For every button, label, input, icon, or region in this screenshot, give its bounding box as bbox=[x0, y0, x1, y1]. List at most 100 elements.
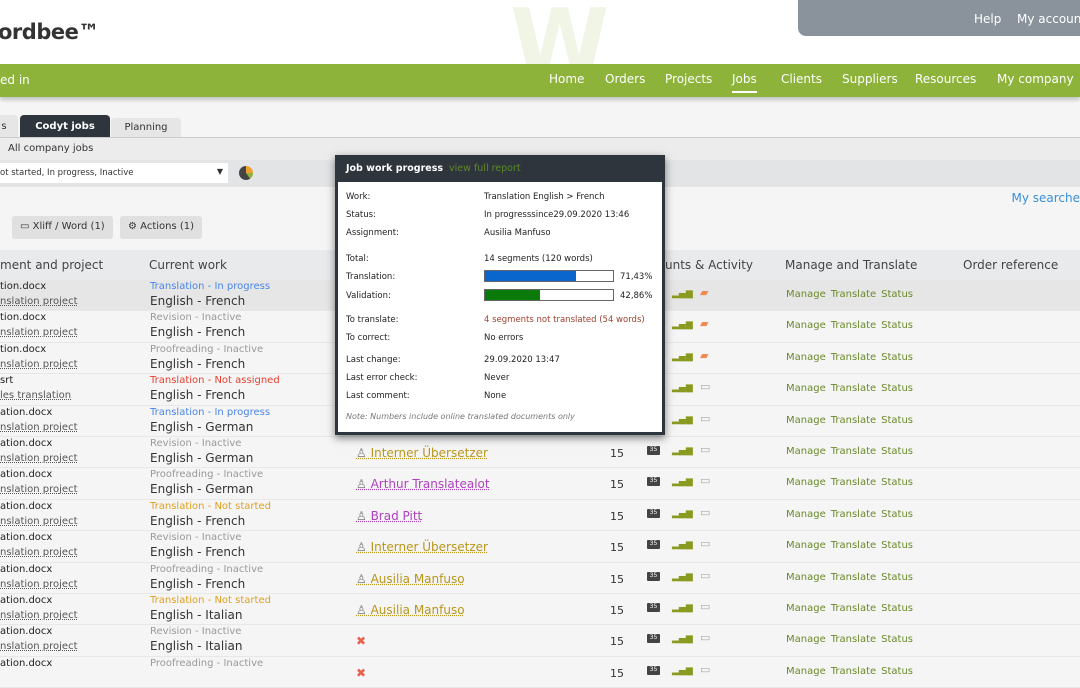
manage-link[interactable]: Manage bbox=[786, 603, 826, 614]
translate-link[interactable]: Translate bbox=[831, 415, 876, 426]
manage-link[interactable]: Manage bbox=[786, 666, 826, 677]
translate-link[interactable]: Translate bbox=[831, 603, 876, 614]
manage-link[interactable]: Manage bbox=[786, 477, 826, 488]
bar-chart-icon[interactable]: ▂▄▆ bbox=[672, 383, 693, 393]
translate-link[interactable]: Translate bbox=[831, 540, 876, 551]
manage-link[interactable]: Manage bbox=[786, 540, 826, 551]
document-name[interactable]: srt bbox=[0, 375, 13, 386]
bar-chart-icon[interactable]: ▂▄▆ bbox=[672, 477, 693, 487]
manage-link[interactable]: Manage bbox=[786, 572, 826, 583]
document-name[interactable]: ation.docx bbox=[0, 626, 52, 637]
assignee-link[interactable]: ♙ Arthur Translatealot bbox=[356, 477, 490, 491]
comment-icon[interactable]: ▭ bbox=[700, 569, 710, 582]
project-link[interactable]: nslation project bbox=[0, 610, 78, 621]
bar-chart-icon[interactable]: ▂▄▆ bbox=[672, 603, 693, 613]
bar-chart-icon[interactable]: ▂▄▆ bbox=[672, 572, 693, 582]
document-name[interactable]: ation.docx bbox=[0, 438, 52, 449]
document-name[interactable]: tion.docx bbox=[0, 344, 46, 355]
stats-35-icon[interactable]: 35 bbox=[647, 603, 660, 612]
bar-chart-icon[interactable]: ▂▄▆ bbox=[672, 446, 693, 456]
bar-chart-icon[interactable]: ▂▄▆ bbox=[672, 509, 693, 519]
bar-chart-icon[interactable]: ▂▄▆ bbox=[672, 415, 693, 425]
status-link[interactable]: Status bbox=[881, 634, 913, 645]
view-full-report-link[interactable]: view full report bbox=[449, 163, 521, 174]
status-link[interactable]: Status bbox=[881, 383, 913, 394]
assignee-link[interactable]: ♙ Ausilia Manfuso bbox=[356, 603, 465, 617]
stats-35-icon[interactable]: 35 bbox=[647, 446, 660, 455]
col-order-reference[interactable]: Order reference bbox=[963, 258, 1058, 272]
assignee-link[interactable]: ♙ Ausilia Manfuso bbox=[356, 572, 465, 586]
nav-clients[interactable]: Clients bbox=[781, 72, 822, 86]
translate-link[interactable]: Translate bbox=[831, 477, 876, 488]
stats-35-icon[interactable]: 35 bbox=[647, 571, 660, 581]
nav-home[interactable]: Home bbox=[549, 72, 584, 86]
pie-chart-icon[interactable] bbox=[239, 166, 253, 180]
project-link[interactable]: nslation project bbox=[0, 296, 78, 307]
status-link[interactable]: Status bbox=[881, 540, 913, 551]
project-link[interactable]: nslation project bbox=[0, 516, 78, 527]
comment-icon[interactable]: ▭ bbox=[700, 537, 710, 550]
document-name[interactable]: tion.docx bbox=[0, 281, 46, 292]
table-row[interactable]: ation.docx Proofreading - Inactive ✖ 15 35… bbox=[0, 656, 1080, 688]
assignee-link[interactable]: ♙ Interner Übersetzer bbox=[356, 446, 488, 460]
tab-codyt-jobs[interactable]: Codyt jobs bbox=[20, 115, 110, 138]
project-link[interactable]: nslation project bbox=[0, 484, 78, 495]
assignee-link[interactable]: ♙ Brad Pitt bbox=[356, 509, 422, 523]
status-link[interactable]: Status bbox=[881, 415, 913, 426]
project-link[interactable]: nslation project bbox=[0, 641, 78, 652]
manage-link[interactable]: Manage bbox=[786, 289, 826, 300]
bar-chart-icon[interactable]: ▂▄▆ bbox=[672, 540, 693, 550]
comment-icon[interactable]: ▭ bbox=[700, 506, 710, 519]
comment-icon[interactable]: ▭ bbox=[700, 600, 710, 613]
manage-link[interactable]: Manage bbox=[786, 415, 826, 426]
document-name[interactable]: ation.docx bbox=[0, 532, 52, 543]
project-link[interactable]: nslation project bbox=[0, 359, 78, 370]
table-row[interactable]: ation.docx nslation project Revision - I… bbox=[0, 625, 1080, 657]
project-link[interactable]: nslation project bbox=[0, 579, 78, 590]
assignee-link[interactable]: ♙ Interner Übersetzer bbox=[356, 540, 488, 554]
comment-icon[interactable]: ▭ bbox=[700, 412, 710, 425]
project-link[interactable]: nslation project bbox=[0, 422, 78, 433]
bar-chart-icon[interactable]: ▂▄▆ bbox=[672, 666, 693, 676]
unassigned-x-icon[interactable]: ✖ bbox=[356, 666, 366, 680]
col-manage-translate[interactable]: Manage and Translate bbox=[785, 258, 917, 272]
my-searches-link[interactable]: My searche bbox=[1011, 191, 1080, 205]
document-name[interactable]: ation.docx bbox=[0, 501, 52, 512]
manage-link[interactable]: Manage bbox=[786, 383, 826, 394]
table-row[interactable]: ation.docx nslation project Translation … bbox=[0, 594, 1080, 626]
manage-link[interactable]: Manage bbox=[786, 446, 826, 457]
project-link[interactable]: nslation project bbox=[0, 327, 78, 338]
nav-suppliers[interactable]: Suppliers bbox=[842, 72, 898, 86]
comment-icon[interactable]: ▰ bbox=[700, 286, 708, 299]
comment-icon[interactable]: ▰ bbox=[700, 317, 708, 330]
col-document[interactable]: ment and project bbox=[0, 258, 103, 272]
table-row[interactable]: ation.docx nslation project Revision - I… bbox=[0, 437, 1080, 469]
comment-icon[interactable]: ▰ bbox=[700, 349, 708, 362]
translate-link[interactable]: Translate bbox=[831, 446, 876, 457]
translate-link[interactable]: Translate bbox=[831, 666, 876, 677]
manage-link[interactable]: Manage bbox=[786, 352, 826, 363]
translate-link[interactable]: Translate bbox=[831, 572, 876, 583]
project-link[interactable]: nslation project bbox=[0, 547, 78, 558]
help-link[interactable]: Help bbox=[974, 12, 1001, 26]
stats-35-icon[interactable]: 35 bbox=[647, 665, 660, 675]
bar-chart-icon[interactable]: ▂▄▆ bbox=[672, 320, 693, 330]
unassigned-x-icon[interactable]: ✖ bbox=[356, 634, 366, 648]
nav-resources[interactable]: Resources bbox=[915, 72, 976, 86]
comment-icon[interactable]: ▭ bbox=[700, 380, 710, 393]
document-name[interactable]: ation.docx bbox=[0, 595, 52, 606]
status-filter-select[interactable]: ot started, In progress, Inactive ▼ bbox=[0, 163, 228, 183]
actions-button[interactable]: ⚙ Actions (1) bbox=[120, 216, 203, 239]
stats-35-icon[interactable]: 35 bbox=[647, 634, 660, 644]
bar-chart-icon[interactable]: ▂▄▆ bbox=[672, 289, 693, 299]
status-link[interactable]: Status bbox=[881, 446, 913, 457]
table-row[interactable]: ation.docx nslation project Proofreading… bbox=[0, 468, 1080, 500]
xliff-word-button[interactable]: ▭ Xliff / Word (1) bbox=[12, 216, 113, 239]
comment-icon[interactable]: ▭ bbox=[700, 631, 710, 644]
translate-link[interactable]: Translate bbox=[831, 383, 876, 394]
stats-35-icon[interactable]: 35 bbox=[647, 508, 660, 518]
tab-planning[interactable]: Planning bbox=[111, 118, 181, 138]
document-name[interactable]: ation.docx bbox=[0, 658, 52, 669]
document-name[interactable]: ation.docx bbox=[0, 407, 52, 418]
translate-link[interactable]: Translate bbox=[831, 509, 876, 520]
